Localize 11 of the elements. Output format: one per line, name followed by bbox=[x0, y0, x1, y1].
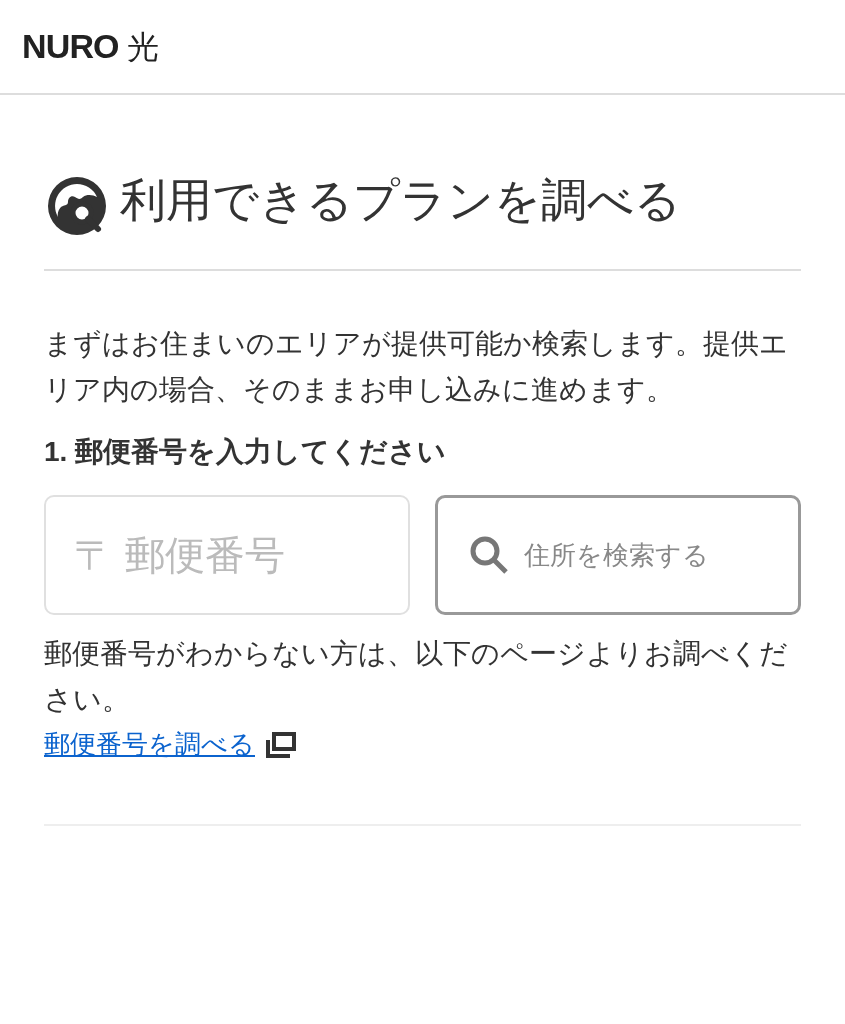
intro-text: まずはお住まいのエリアが提供可能か検索します。提供エリア内の場合、そのままお申し込みに進めます。 bbox=[44, 327, 789, 407]
postal-lookup-link[interactable]: 郵便番号を調べる bbox=[44, 725, 255, 764]
postal-code-field[interactable]: 〒 郵便番号 bbox=[44, 495, 410, 615]
help-text: 郵便番号がわからない方は、以下のページよりお調べください。 bbox=[44, 637, 789, 717]
page-heading: 利用できるプランを調べる bbox=[120, 173, 682, 228]
external-window-icon bbox=[265, 730, 297, 759]
search-icon bbox=[468, 534, 510, 576]
address-search-button[interactable]: 住所を検索する bbox=[435, 495, 801, 615]
logo-text: 光 bbox=[126, 27, 159, 67]
logo-text[interactable]: NURO bbox=[22, 21, 119, 72]
step-label: 1. 郵便番号を入力してください bbox=[44, 435, 448, 469]
